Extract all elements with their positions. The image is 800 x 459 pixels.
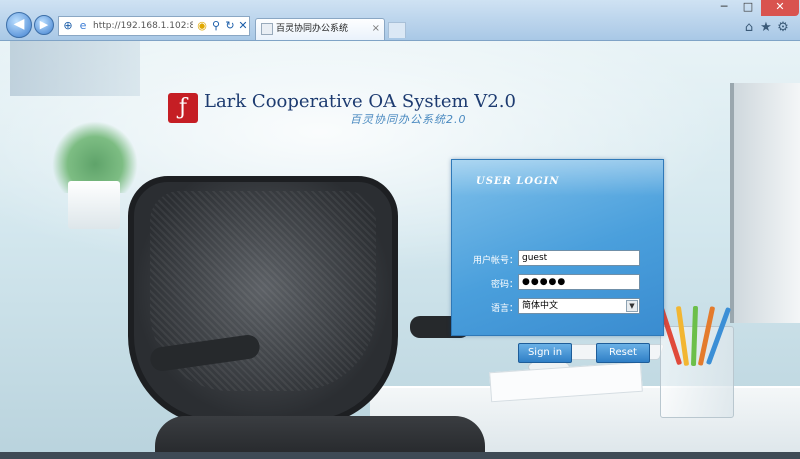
close-window-button[interactable]: ✕: [761, 0, 799, 16]
new-tab-button[interactable]: [388, 22, 406, 38]
address-bar[interactable]: ⊕ e http://192.168.1.102:8 ◉ ⚲ ↻ ✕: [58, 16, 250, 36]
username-label: 用户帐号：: [472, 256, 518, 266]
stop-icon[interactable]: ✕: [236, 19, 250, 33]
compatibility-icon[interactable]: ⊕: [61, 19, 75, 33]
tab-oa-system[interactable]: 百灵协同办公系统 ×: [255, 18, 385, 40]
sign-in-button[interactable]: Sign in: [518, 343, 572, 363]
login-panel: USER LOGIN 用户帐号： guest 密码： ●●●●● 语言： 简体中…: [451, 159, 664, 363]
brand-title-english: Lark Cooperative OA System V2.0: [204, 91, 516, 112]
background-plant-pot: [68, 181, 120, 229]
lock-icon: ◉: [197, 19, 207, 32]
taskbar-strip: [0, 452, 800, 459]
search-icon[interactable]: ⚲: [209, 19, 223, 33]
language-select[interactable]: 简体中文 ▼: [518, 298, 640, 314]
brand-title-chinese: 百灵协同办公系统2.0: [350, 113, 467, 126]
language-selected-value: 简体中文: [522, 301, 559, 311]
tab-close-icon[interactable]: ×: [372, 19, 380, 39]
back-icon[interactable]: ◀: [6, 12, 32, 38]
language-label: 语言：: [490, 304, 518, 314]
tab-favicon-icon: [261, 23, 273, 35]
background-shelf: [10, 41, 140, 96]
page-content: ƒ Lark Cooperative OA System V2.0 百灵协同办公…: [0, 41, 800, 459]
tab-title: 百灵协同办公系统: [276, 24, 349, 34]
maximize-button[interactable]: □: [736, 0, 760, 16]
gear-icon[interactable]: ⚙: [775, 20, 791, 35]
browser-toolbar: ◀ ▶ ⊕ e http://192.168.1.102:8 ◉ ⚲ ↻ ✕ 百…: [0, 0, 800, 41]
minimize-button[interactable]: ─: [712, 0, 736, 16]
username-input[interactable]: guest: [518, 250, 640, 266]
home-icon[interactable]: ⌂: [741, 20, 757, 35]
refresh-icon[interactable]: ↻: [223, 19, 237, 33]
background-monitor: [730, 83, 800, 323]
reset-button[interactable]: Reset: [596, 343, 650, 363]
chevron-down-icon[interactable]: ▼: [626, 300, 638, 312]
password-input[interactable]: ●●●●●: [518, 274, 640, 290]
favorites-icon[interactable]: ★: [758, 20, 774, 35]
forward-icon[interactable]: ▶: [34, 15, 54, 35]
page-icon: e: [79, 19, 87, 32]
address-url[interactable]: http://192.168.1.102:8: [93, 17, 193, 35]
password-label: 密码：: [490, 280, 518, 290]
login-title: USER LOGIN: [476, 176, 560, 187]
brand-logo: ƒ: [168, 93, 198, 123]
